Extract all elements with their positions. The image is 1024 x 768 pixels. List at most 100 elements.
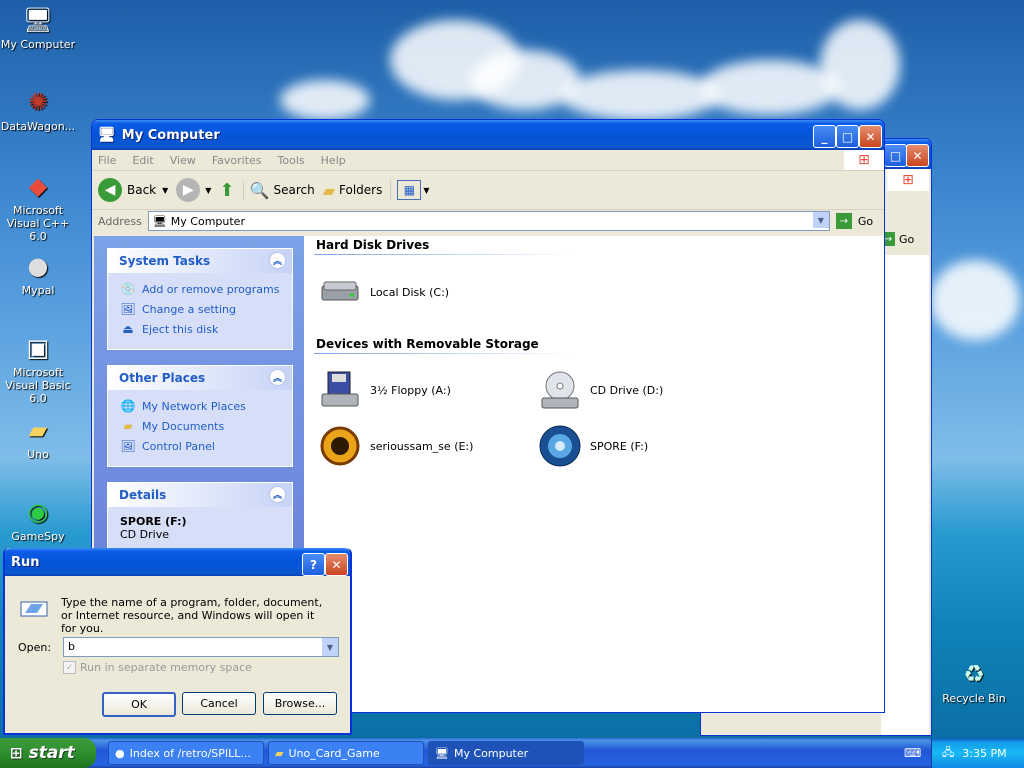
collapse-icon[interactable]: ︽	[269, 486, 286, 503]
desktop-icon-mypal[interactable]: ● Mypal	[0, 250, 76, 297]
drive-spore-f[interactable]: SPORE (F:)	[538, 424, 648, 468]
address-label: Address	[98, 214, 142, 228]
open-combobox[interactable]: b ▼	[63, 637, 339, 657]
menu-favorites[interactable]: Favorites	[212, 154, 262, 167]
windows-logo-icon: ⊞	[10, 744, 23, 762]
desktop-icon-uno[interactable]: ▰ Uno	[0, 414, 76, 461]
keyboard-icon[interactable]: ⌨	[904, 746, 921, 760]
desktop-icon-recycle-bin[interactable]: ♻ Recycle Bin	[936, 658, 1012, 705]
task-my-computer[interactable]: 🖥 My Computer	[428, 741, 584, 765]
ok-button[interactable]: OK	[102, 692, 176, 717]
desktop-icon-gamespy[interactable]: ◉ GameSpy	[0, 496, 76, 543]
go-button[interactable]: → Go	[835, 213, 873, 229]
help-button[interactable]: ?	[302, 553, 325, 576]
maximize-button[interactable]: □	[884, 144, 907, 167]
control-panel-icon: 🖼	[120, 302, 136, 316]
up-button[interactable]: ⬆	[219, 180, 234, 201]
views-button[interactable]: ▦ ▼	[390, 180, 430, 200]
place-my-network-places[interactable]: 🌐 My Network Places	[108, 396, 292, 416]
menu-view[interactable]: View	[170, 154, 196, 167]
chevron-down-icon: ▼	[205, 185, 212, 195]
close-button[interactable]: ✕	[906, 144, 929, 167]
back-go-button[interactable]: → Go	[881, 232, 914, 246]
go-arrow-icon: →	[835, 213, 852, 229]
drive-floppy-a[interactable]: 3½ Floppy (A:)	[318, 368, 451, 412]
place-my-documents[interactable]: ▰ My Documents	[108, 416, 292, 436]
menu-help[interactable]: Help	[321, 154, 346, 167]
collapse-icon[interactable]: ︽	[269, 369, 286, 386]
cancel-button[interactable]: Cancel	[182, 692, 256, 715]
search-button[interactable]: 🔍 Search	[242, 180, 315, 200]
details-name: SPORE (F:)	[120, 515, 187, 528]
menu-edit[interactable]: Edit	[132, 154, 153, 167]
windows-logo-icon: ⊞	[887, 169, 929, 191]
documents-icon: ▰	[123, 419, 133, 433]
divider	[314, 254, 574, 255]
add-remove-icon: 💿	[120, 282, 136, 296]
task-index-of-retro[interactable]: ● Index of /retro/SPILL...	[108, 741, 264, 765]
maximize-button[interactable]: □	[836, 125, 859, 148]
window-title: My Computer	[121, 127, 220, 143]
clock[interactable]: 3:35 PM	[962, 747, 1006, 760]
details-header[interactable]: Details ︽	[108, 483, 292, 507]
address-dropdown-button[interactable]: ▼	[812, 212, 829, 228]
menu-file[interactable]: File	[98, 154, 116, 167]
start-button[interactable]: ⊞ start	[0, 738, 96, 768]
task-uno-card-game[interactable]: ▰ Uno_Card_Game	[268, 741, 424, 765]
desktop-icon-my-computer[interactable]: 🖥 My Computer	[0, 4, 76, 51]
folder-icon: ▰	[28, 416, 48, 444]
folders-icon: ▰	[322, 180, 336, 200]
system-tray: 🖧 3:35 PM	[931, 738, 1024, 768]
close-button[interactable]: ✕	[859, 125, 882, 148]
divider	[314, 353, 574, 354]
back-arrow-icon: ◀	[98, 178, 122, 202]
file-list: Hard Disk Drives Local Disk (C:) Devices…	[304, 236, 884, 712]
chevron-down-icon: ▼	[162, 185, 169, 195]
drive-local-disk-c[interactable]: Local Disk (C:)	[318, 270, 449, 314]
visual-cpp-icon: ◆	[28, 172, 48, 200]
eject-icon: ⏏	[122, 322, 134, 336]
task-eject-disk[interactable]: ⏏ Eject this disk	[108, 319, 292, 339]
run-description: Type the name of a program, folder, docu…	[61, 596, 323, 635]
system-tasks-panel: System Tasks ︽ 💿 Add or remove programs 🖼…	[107, 248, 293, 350]
collapse-icon[interactable]: ︽	[269, 252, 286, 269]
minimize-button[interactable]: _	[813, 125, 836, 148]
close-button[interactable]: ✕	[325, 553, 348, 576]
open-input[interactable]: b	[68, 640, 75, 653]
desktop-icon-visual-basic[interactable]: ▣ Microsoft Visual Basic 6.0	[0, 332, 76, 405]
browse-button[interactable]: Browse...	[263, 692, 337, 715]
forward-button[interactable]: ▶ ▼	[176, 178, 211, 202]
spore-icon	[538, 424, 582, 468]
desktop-icon-visual-cpp[interactable]: ◆ Microsoft Visual C++ 6.0	[0, 170, 76, 243]
run-titlebar[interactable]: Run	[5, 548, 350, 576]
folders-button[interactable]: ▰ Folders	[323, 181, 383, 200]
hard-disk-icon	[318, 270, 362, 314]
drive-serioussam-e[interactable]: serioussam_se (E:)	[318, 424, 473, 468]
forward-arrow-icon: ▶	[176, 178, 201, 202]
mypal-icon: ●	[115, 746, 125, 760]
place-control-panel[interactable]: 🖼 Control Panel	[108, 436, 292, 456]
desktop-icon-datawagon[interactable]: ✺ DataWagon...	[0, 86, 76, 133]
section-hard-disk-drives: Hard Disk Drives	[316, 238, 430, 252]
explorer-titlebar[interactable]: 🖥 My Computer	[92, 120, 884, 150]
address-bar: Address 🖥 My Computer ▼ → Go	[92, 210, 884, 232]
recycle-bin-icon: ♻	[963, 660, 985, 688]
floppy-drive-icon	[318, 368, 362, 412]
network-icon: 🌐	[120, 399, 136, 413]
task-add-remove-programs[interactable]: 💿 Add or remove programs	[108, 279, 292, 299]
task-change-setting[interactable]: 🖼 Change a setting	[108, 299, 292, 319]
other-places-header[interactable]: Other Places ︽	[108, 366, 292, 390]
address-input[interactable]: 🖥 My Computer ▼	[147, 211, 830, 231]
open-label: Open:	[18, 641, 52, 654]
separate-memory-checkbox[interactable]: ✓ Run in separate memory space	[63, 661, 252, 674]
folder-icon: ▰	[275, 746, 284, 760]
drive-cd-d[interactable]: CD Drive (D:)	[538, 368, 663, 412]
network-icon[interactable]: 🖧	[942, 744, 954, 763]
menu-tools[interactable]: Tools	[278, 154, 305, 167]
search-icon: 🔍	[249, 180, 270, 200]
system-tasks-header[interactable]: System Tasks ︽	[108, 249, 292, 273]
back-button[interactable]: ◀ Back ▼	[98, 178, 168, 202]
run-dialog[interactable]: Run ? ✕ Type the name of a program, fold…	[3, 548, 352, 735]
back-window-content	[881, 255, 929, 735]
open-dropdown-button[interactable]: ▼	[322, 638, 338, 656]
